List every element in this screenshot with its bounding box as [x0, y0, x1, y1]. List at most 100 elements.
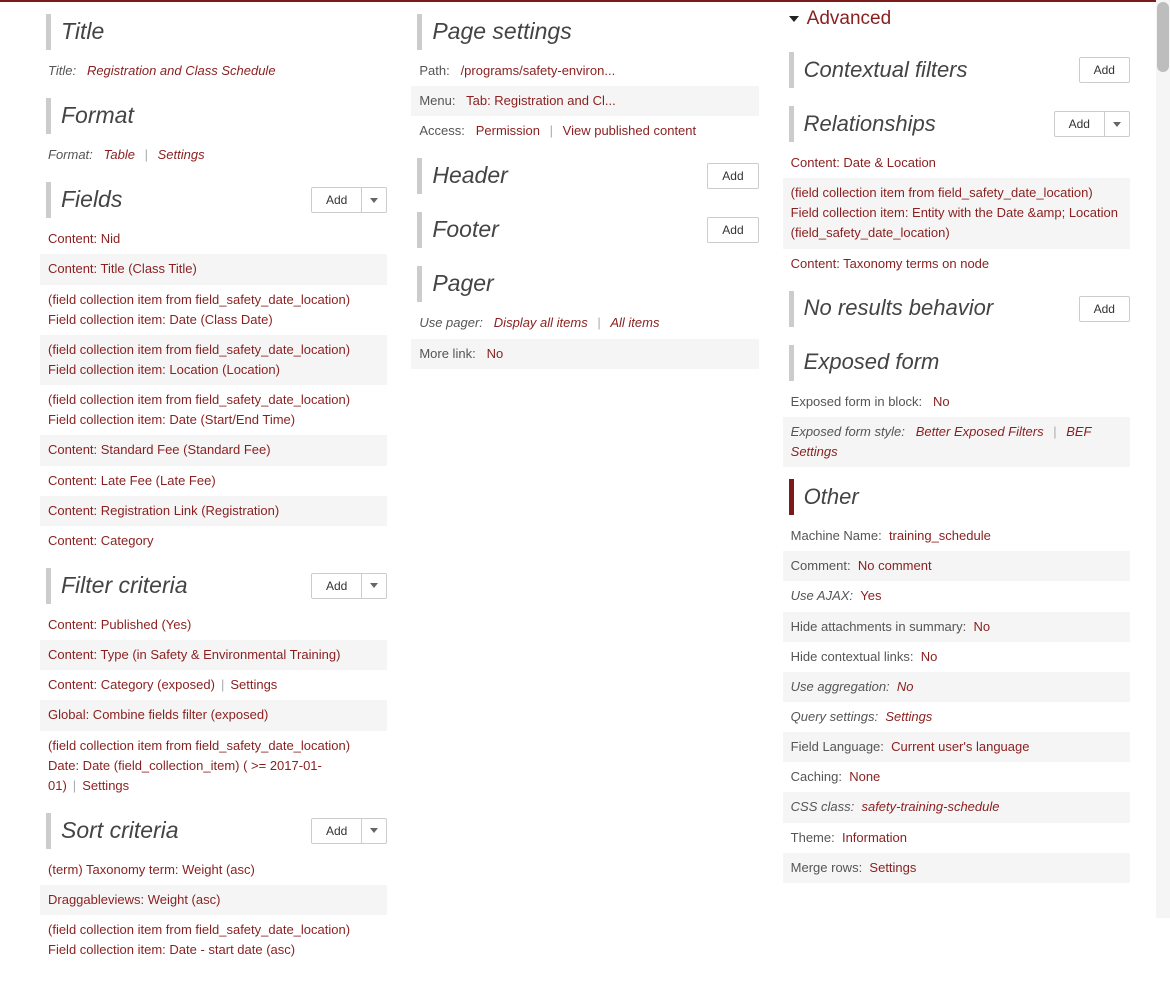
section-title-page-settings: Page settings: [432, 17, 571, 47]
filters-add-caret[interactable]: [361, 574, 386, 598]
list-item: (field collection item from field_safety…: [40, 385, 387, 435]
title-label: Title:: [48, 63, 76, 78]
exposed-block-value-link[interactable]: No: [933, 394, 950, 409]
footer-add-button[interactable]: Add: [707, 217, 758, 243]
relationships-add-caret[interactable]: [1104, 112, 1129, 136]
field-item-link[interactable]: Content: Registration Link (Registration…: [48, 503, 279, 518]
access-extra-link[interactable]: View published content: [563, 123, 696, 138]
section-title-header: Header: [432, 161, 507, 191]
use-pager-extra-link[interactable]: All items: [610, 315, 659, 330]
access-row: Access: Permission | View published cont…: [411, 116, 758, 146]
sort-item-link[interactable]: (term) Taxonomy term: Weight (asc): [48, 862, 255, 877]
section-title-sort-criteria: Sort criteria: [61, 816, 179, 846]
exposed-style-value-link[interactable]: Better Exposed Filters: [916, 424, 1044, 439]
other-row-value-link[interactable]: Settings: [885, 709, 932, 724]
other-row-value-link[interactable]: Current user's language: [891, 739, 1029, 754]
path-label: Path:: [419, 63, 449, 78]
menu-value-link[interactable]: Tab: Registration and Cl...: [466, 93, 616, 108]
filters-add-button[interactable]: Add: [311, 573, 387, 599]
list-item: Use AJAX: Yes: [783, 581, 1130, 611]
field-item-link[interactable]: (field collection item from field_safety…: [48, 292, 350, 327]
other-row-value-link[interactable]: Yes: [860, 588, 881, 603]
other-row-value-link[interactable]: Settings: [869, 860, 916, 875]
list-item: Global: Combine fields filter (exposed): [40, 700, 387, 730]
scrollbar-thumb[interactable]: [1157, 2, 1169, 72]
use-pager-label: Use pager:: [419, 315, 483, 330]
scrollbar-track[interactable]: [1156, 0, 1170, 918]
list-item: Merge rows: Settings: [783, 853, 1130, 883]
sort-item-link[interactable]: Draggableviews: Weight (asc): [48, 892, 220, 907]
list-item: Content: Published (Yes): [40, 610, 387, 640]
other-row-value-link[interactable]: No: [897, 679, 914, 694]
other-row-label: Hide contextual links:: [791, 649, 914, 664]
other-row-label: Merge rows:: [791, 860, 863, 875]
section-title-fields: Fields: [61, 185, 122, 215]
field-item-link[interactable]: Content: Standard Fee (Standard Fee): [48, 442, 271, 457]
relationships-add-button[interactable]: Add: [1054, 111, 1130, 137]
filter-settings-link[interactable]: Settings: [230, 677, 277, 692]
access-value-link[interactable]: Permission: [476, 123, 540, 138]
other-row-label: Use AJAX:: [791, 588, 853, 603]
list-item: Content: Title (Class Title): [40, 254, 387, 284]
add-label: Add: [312, 819, 361, 843]
list-item: Content: Registration Link (Registration…: [40, 496, 387, 526]
list-item: Hide contextual links: No: [783, 642, 1130, 672]
use-pager-value-link[interactable]: Display all items: [494, 315, 588, 330]
more-link-value-link[interactable]: No: [487, 346, 504, 361]
chevron-down-icon: [370, 198, 378, 203]
filter-item-link[interactable]: Content: Category (exposed): [48, 677, 215, 692]
filter-settings-link[interactable]: Settings: [82, 778, 129, 793]
list-item: Comment: No comment: [783, 551, 1130, 581]
chevron-down-icon: [370, 828, 378, 833]
menu-row: Menu: Tab: Registration and Cl...: [411, 86, 758, 116]
format-settings-link[interactable]: Settings: [158, 147, 205, 162]
title-value-link[interactable]: Registration and Class Schedule: [87, 63, 276, 78]
filter-item-link[interactable]: Global: Combine fields filter (exposed): [48, 707, 268, 722]
exposed-style-row: Exposed form style: Better Exposed Filte…: [783, 417, 1130, 467]
add-label: Add: [312, 188, 361, 212]
other-row-value-link[interactable]: No: [973, 619, 990, 634]
list-item: Content: Nid: [40, 224, 387, 254]
section-title-format: Format: [61, 101, 134, 131]
contextual-add-button[interactable]: Add: [1079, 57, 1130, 83]
list-item: Field Language: Current user's language: [783, 732, 1130, 762]
fields-add-button[interactable]: Add: [311, 187, 387, 213]
no-results-add-button[interactable]: Add: [1079, 296, 1130, 322]
field-item-link[interactable]: (field collection item from field_safety…: [48, 342, 350, 377]
relationship-item-link[interactable]: Content: Taxonomy terms on node: [791, 256, 990, 271]
header-add-button[interactable]: Add: [707, 163, 758, 189]
path-value-link[interactable]: /programs/safety-environ...: [461, 63, 616, 78]
other-row-label: Comment:: [791, 558, 851, 573]
advanced-toggle[interactable]: Advanced: [789, 8, 892, 30]
add-label: Add: [312, 574, 361, 598]
other-row-value-link[interactable]: None: [849, 769, 880, 784]
other-row-value-link[interactable]: No: [921, 649, 938, 664]
relationship-item-link[interactable]: (field collection item from field_safety…: [791, 185, 1118, 240]
other-row-value-link[interactable]: safety-training-schedule: [861, 799, 999, 814]
use-pager-row: Use pager: Display all items | All items: [411, 308, 758, 338]
filter-item-link[interactable]: Content: Type (in Safety & Environmental…: [48, 647, 340, 662]
sort-add-caret[interactable]: [361, 819, 386, 843]
field-item-link[interactable]: Content: Title (Class Title): [48, 261, 197, 276]
caret-down-icon: [789, 16, 799, 22]
more-link-label: More link:: [419, 346, 475, 361]
sort-add-button[interactable]: Add: [311, 818, 387, 844]
field-item-link[interactable]: (field collection item from field_safety…: [48, 392, 350, 427]
format-value-link[interactable]: Table: [104, 147, 135, 162]
sort-item-link[interactable]: (field collection item from field_safety…: [48, 922, 350, 957]
relationship-item-link[interactable]: Content: Date & Location: [791, 155, 936, 170]
exposed-style-label: Exposed form style:: [791, 424, 905, 439]
other-row-value-link[interactable]: No comment: [858, 558, 932, 573]
filter-item-link[interactable]: Content: Published (Yes): [48, 617, 191, 632]
other-row-value-link[interactable]: training_schedule: [889, 528, 991, 543]
section-title-no-results: No results behavior: [804, 294, 994, 323]
field-item-link[interactable]: Content: Late Fee (Late Fee): [48, 473, 216, 488]
other-row-value-link[interactable]: Information: [842, 830, 907, 845]
list-item: (term) Taxonomy term: Weight (asc): [40, 855, 387, 885]
list-item: (field collection item from field_safety…: [40, 335, 387, 385]
field-item-link[interactable]: Content: Nid: [48, 231, 120, 246]
section-title-footer: Footer: [432, 215, 498, 245]
fields-add-caret[interactable]: [361, 188, 386, 212]
path-row: Path: /programs/safety-environ...: [411, 56, 758, 86]
field-item-link[interactable]: Content: Category: [48, 533, 154, 548]
